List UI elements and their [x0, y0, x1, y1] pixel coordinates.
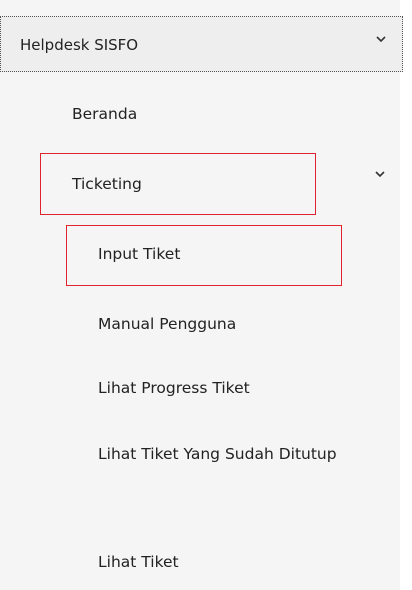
chevron-down-icon[interactable]	[372, 166, 388, 182]
chevron-down-icon[interactable]	[373, 31, 389, 47]
submenu-item-lihat-tiket[interactable]: Lihat Tiket	[98, 552, 179, 572]
submenu-item-lihat-progress-tiket[interactable]: Lihat Progress Tiket	[98, 378, 250, 398]
sidebar-item-label: Beranda	[72, 105, 138, 123]
submenu-item-label: Lihat Tiket	[98, 553, 179, 571]
sidebar-item-beranda[interactable]: Beranda	[72, 104, 137, 124]
sidebar-menu: Helpdesk SISFO Beranda Ticketing Input T…	[0, 0, 403, 590]
submenu-item-manual-pengguna[interactable]: Manual Pengguna	[98, 314, 236, 334]
submenu-item-label: Lihat Progress Tiket	[98, 379, 250, 397]
submenu-item-label: Manual Pengguna	[98, 315, 237, 333]
highlight-box-input-tiket	[66, 225, 342, 286]
menu-header-helpdesk-sisfo[interactable]: Helpdesk SISFO	[0, 16, 403, 72]
submenu-item-label: Lihat Tiket Yang Sudah Ditutup	[98, 445, 337, 463]
menu-header-label: Helpdesk SISFO	[20, 36, 139, 54]
highlight-box-ticketing	[40, 153, 316, 215]
submenu-item-lihat-tiket-yang-sudah-ditutup[interactable]: Lihat Tiket Yang Sudah Ditutup	[98, 440, 338, 469]
